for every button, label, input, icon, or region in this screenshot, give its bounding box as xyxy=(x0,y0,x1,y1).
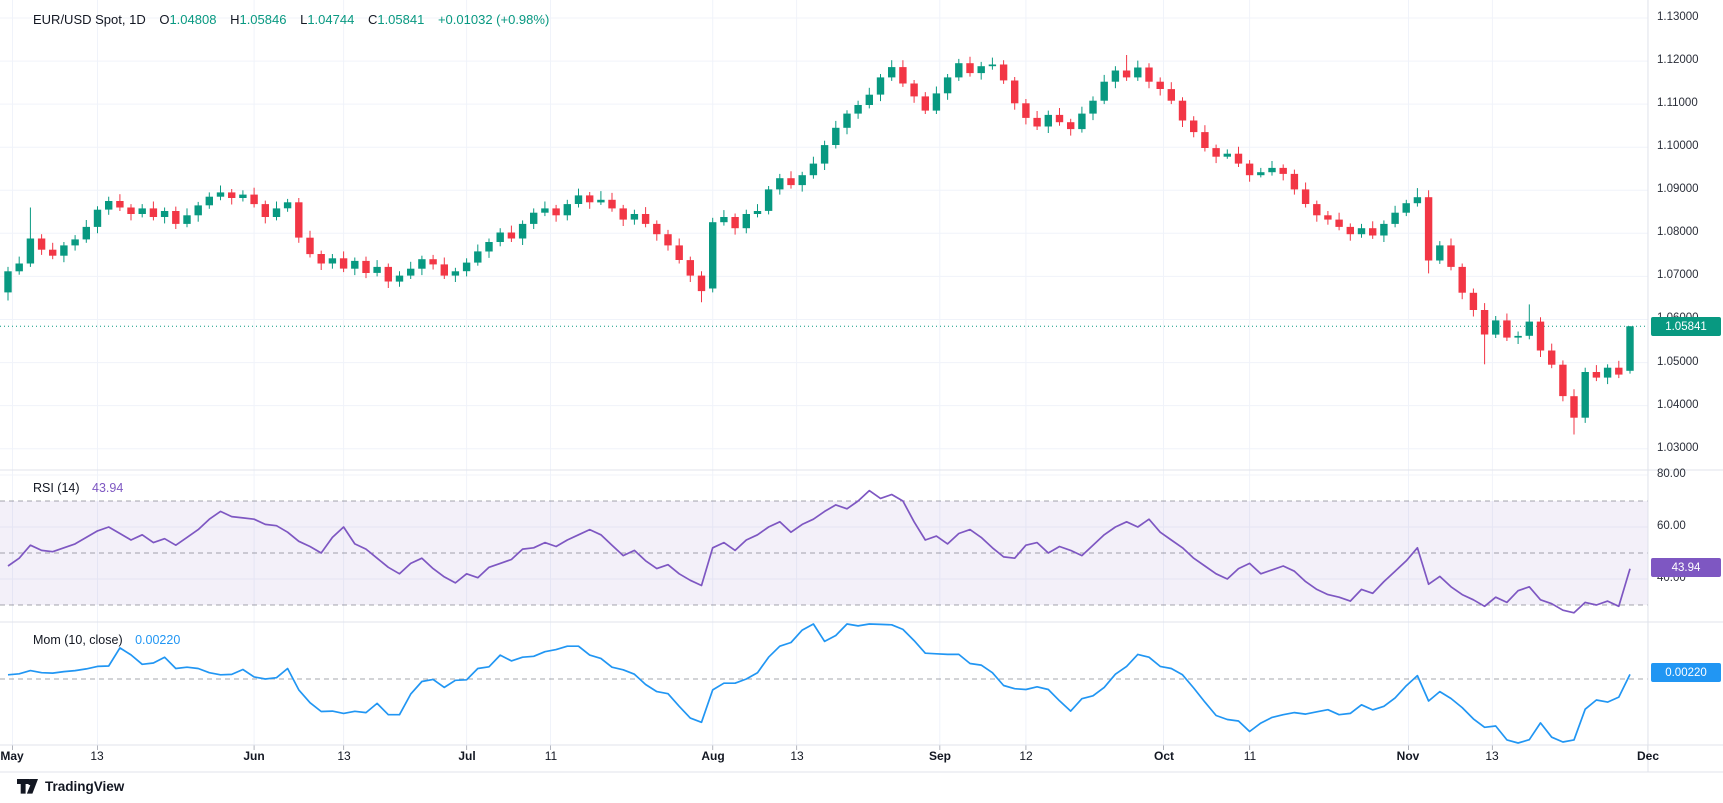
tradingview-logo[interactable]: TradingView xyxy=(17,779,124,794)
open-value: 1.04808 xyxy=(169,12,216,27)
price-tick-label: 1.03000 xyxy=(1657,442,1699,454)
time-tick-label: 11 xyxy=(529,749,573,763)
tradingview-chart-window: EUR/USD Spot, 1D O1.04808 H1.05846 L1.04… xyxy=(0,0,1723,803)
rsi-value-badge[interactable]: 43.94 xyxy=(1651,558,1721,577)
momentum-label[interactable]: Mom (10, close) xyxy=(33,633,123,647)
price-tick-label: 1.10000 xyxy=(1657,140,1699,152)
momentum-value-badge[interactable]: 0.00220 xyxy=(1651,663,1721,682)
close-value: 1.05841 xyxy=(377,12,424,27)
open-label: O xyxy=(159,12,169,27)
symbol-legend: EUR/USD Spot, 1D O1.04808 H1.05846 L1.04… xyxy=(33,12,549,27)
time-tick-label: 12 xyxy=(1004,749,1048,763)
tradingview-logo-text: TradingView xyxy=(45,779,124,794)
rsi-tick-label: 80.00 xyxy=(1657,468,1686,480)
price-pane[interactable] xyxy=(0,0,1648,470)
price-tick-label: 1.09000 xyxy=(1657,183,1699,195)
time-tick-label: Dec xyxy=(1626,749,1670,763)
rsi-pane[interactable] xyxy=(0,470,1648,622)
time-tick-label: 13 xyxy=(775,749,819,763)
high-value: 1.05846 xyxy=(239,12,286,27)
time-tick-label: 13 xyxy=(1470,749,1514,763)
last-price-badge[interactable]: 1.05841 xyxy=(1651,317,1721,336)
low-value: 1.04744 xyxy=(307,12,354,27)
momentum-legend: Mom (10, close) 0.00220 xyxy=(33,633,180,647)
time-tick-label: Aug xyxy=(691,749,735,763)
time-tick-label: 13 xyxy=(322,749,366,763)
time-tick-label: Sep xyxy=(918,749,962,763)
time-tick-label: Jul xyxy=(445,749,489,763)
symbol-title[interactable]: EUR/USD Spot, 1D xyxy=(33,12,146,27)
momentum-value: 0.00220 xyxy=(135,633,180,647)
price-axis-scale[interactable] xyxy=(1648,0,1723,772)
price-tick-label: 1.12000 xyxy=(1657,54,1699,66)
time-tick-label: May xyxy=(0,749,34,763)
price-tick-label: 1.08000 xyxy=(1657,226,1699,238)
change-value: +0.01032 (+0.98%) xyxy=(438,12,549,27)
rsi-tick-label: 60.00 xyxy=(1657,520,1686,532)
time-tick-label: Oct xyxy=(1142,749,1186,763)
price-tick-label: 1.11000 xyxy=(1657,97,1698,109)
time-tick-label: 11 xyxy=(1228,749,1272,763)
time-tick-label: 13 xyxy=(75,749,119,763)
price-tick-label: 1.07000 xyxy=(1657,269,1699,281)
close-label: C xyxy=(368,12,377,27)
momentum-pane[interactable] xyxy=(0,622,1648,745)
time-tick-label: Jun xyxy=(232,749,276,763)
tradingview-logo-icon xyxy=(17,779,38,794)
price-tick-label: 1.05000 xyxy=(1657,356,1699,368)
rsi-label[interactable]: RSI (14) xyxy=(33,481,80,495)
time-tick-label: Nov xyxy=(1386,749,1430,763)
rsi-value: 43.94 xyxy=(92,481,123,495)
price-tick-label: 1.13000 xyxy=(1657,11,1699,23)
rsi-legend: RSI (14) 43.94 xyxy=(33,481,123,495)
price-tick-label: 1.04000 xyxy=(1657,399,1699,411)
